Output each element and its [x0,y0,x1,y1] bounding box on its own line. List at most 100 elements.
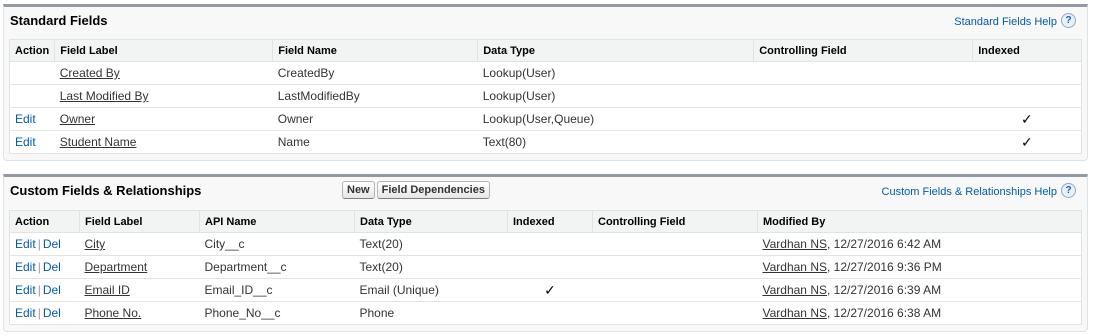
col-header-data-type: Data Type [477,39,754,62]
modified-date: , 12/27/2016 6:39 AM [826,283,942,297]
api-name-cell: City__c [199,232,355,256]
indexed-cell: ✓ [972,107,1082,131]
modified-date: , 12/27/2016 9:36 PM [826,260,942,274]
field-label-link[interactable]: Student Name [60,135,137,149]
field-name-cell: LastModifiedBy [272,84,478,108]
checkmark-icon: ✓ [1021,133,1033,150]
field-dependencies-button[interactable]: Field Dependencies [376,181,490,199]
standard-fields-section: Standard Fields Standard Fields Help ? A… [3,4,1088,161]
modified-date: , 12/27/2016 6:38 AM [826,306,942,320]
table-row: Edit | Del City City__c Text(20) Vardhan N… [9,232,1082,256]
edit-link[interactable]: Edit [15,237,36,251]
help-icon[interactable]: ? [1061,183,1076,198]
separator: | [37,260,41,274]
data-type-cell: Text(80) [482,135,527,149]
data-type-cell: Email (Unique) [354,278,508,302]
edit-link[interactable]: Edit [15,306,36,320]
controlling-field-cell [754,131,973,154]
col-header-indexed: Indexed [507,210,593,233]
help-icon[interactable]: ? [1061,13,1076,28]
checkmark-icon: ✓ [1021,110,1033,127]
controlling-field-cell [592,278,758,302]
controlling-field-cell [753,61,973,85]
action-cell: Edit | Del [9,255,80,279]
field-label-link[interactable]: Email ID [85,283,130,297]
field-label-cell: Department [79,255,200,279]
action-cell: Edit [9,107,55,131]
field-label-link[interactable]: Department [85,260,148,274]
new-field-button[interactable]: New [342,181,375,199]
standard-fields-header: Standard Fields Standard Fields Help ? [4,7,1087,39]
custom-fields-help-link[interactable]: Custom Fields & Relationships Help [882,186,1057,198]
table-row: Edit Student Name Name Text(80) ✓ [10,131,1082,154]
col-header-api-name: API Name [199,210,355,233]
controlling-field-cell [592,232,758,256]
field-label-cell: Phone No. [80,302,200,325]
action-cell [9,61,55,85]
user-link[interactable]: Vardhan NS [763,260,827,274]
col-header-indexed: Indexed [972,39,1082,62]
indexed-cell [507,255,593,279]
table-row: Edit | Del Department Department__c Text(2… [9,255,1082,279]
user-link[interactable]: Vardhan NS [763,283,827,297]
user-link[interactable]: Vardhan NS [763,237,827,251]
col-header-field-label: Field Label [79,210,200,233]
field-label-link[interactable]: City [85,237,106,251]
field-label-cell: Email ID [79,278,200,302]
delete-link[interactable]: Del [43,283,61,297]
controlling-field-cell [593,302,758,325]
field-label-cell: City [79,232,200,256]
field-label-cell: Student Name [55,131,273,154]
col-header-data-type: Data Type [354,210,508,233]
data-type-cell: Lookup(User) [477,61,754,85]
controlling-field-cell [753,84,973,108]
separator: | [37,237,41,251]
field-label-link[interactable]: Created By [60,66,120,80]
api-name-cell: Phone_No__c [204,306,281,320]
field-name-cell: Name [277,135,310,149]
delete-link[interactable]: Del [43,260,61,274]
edit-link[interactable]: Edit [15,135,36,149]
modified-by-cell: Vardhan NS, 12/27/2016 9:36 PM [757,255,1082,279]
separator: | [37,283,41,297]
table-row: Edit | Del Email ID Email_ID__c Email (Uni… [9,278,1082,302]
standard-fields-table: Action Field Label Field Name Data Type … [9,39,1082,154]
custom-fields-header: Custom Fields & Relationships New Field D… [4,177,1087,209]
edit-link[interactable]: Edit [15,112,36,126]
table-row: Last Modified By LastModifiedBy Lookup(U… [9,84,1082,108]
col-header-field-label: Field Label [54,39,273,62]
field-label-cell: Owner [54,107,273,131]
data-type-cell: Phone [359,306,395,320]
field-label-link[interactable]: Last Modified By [60,89,149,103]
indexed-cell: ✓ [507,278,593,302]
modified-by-cell: Vardhan NS, 12/27/2016 6:38 AM [758,302,1082,325]
table-row: Edit Owner Owner Lookup(User,Queue) ✓ [9,107,1082,131]
custom-fields-buttons: New Field Dependencies [342,181,492,199]
delete-link[interactable]: Del [43,306,61,320]
delete-link[interactable]: Del [43,237,61,251]
col-header-field-name: Field Name [272,39,478,62]
edit-link[interactable]: Edit [15,283,36,297]
separator: | [37,306,41,320]
data-type-cell: Lookup(User) [477,84,754,108]
field-label-link[interactable]: Owner [60,112,95,126]
col-header-modified-by: Modified By [757,210,1082,233]
data-type-cell: Text(20) [354,255,508,279]
api-name-cell: Email_ID__c [199,278,355,302]
col-header-controlling-field: Controlling Field [753,39,973,62]
action-cell: Edit | Del [10,302,80,325]
modified-by-cell: Vardhan NS, 12/27/2016 6:39 AM [757,278,1082,302]
edit-link[interactable]: Edit [15,260,36,274]
field-label-link[interactable]: Phone No. [85,306,142,320]
standard-fields-title: Standard Fields [10,13,108,28]
custom-fields-table: Action Field Label API Name Data Type In… [9,210,1082,325]
action-cell: Edit | Del [9,232,80,256]
user-link[interactable]: Vardhan NS [763,306,827,320]
table-header-row: Action Field Label Field Name Data Type … [9,39,1082,62]
field-label-cell: Created By [54,61,273,85]
action-cell: Edit | Del [9,278,80,302]
controlling-field-cell [592,255,758,279]
indexed-cell: ✓ [973,131,1082,154]
standard-fields-help-link[interactable]: Standard Fields Help [954,16,1057,28]
modified-date: , 12/27/2016 6:42 AM [826,237,942,251]
